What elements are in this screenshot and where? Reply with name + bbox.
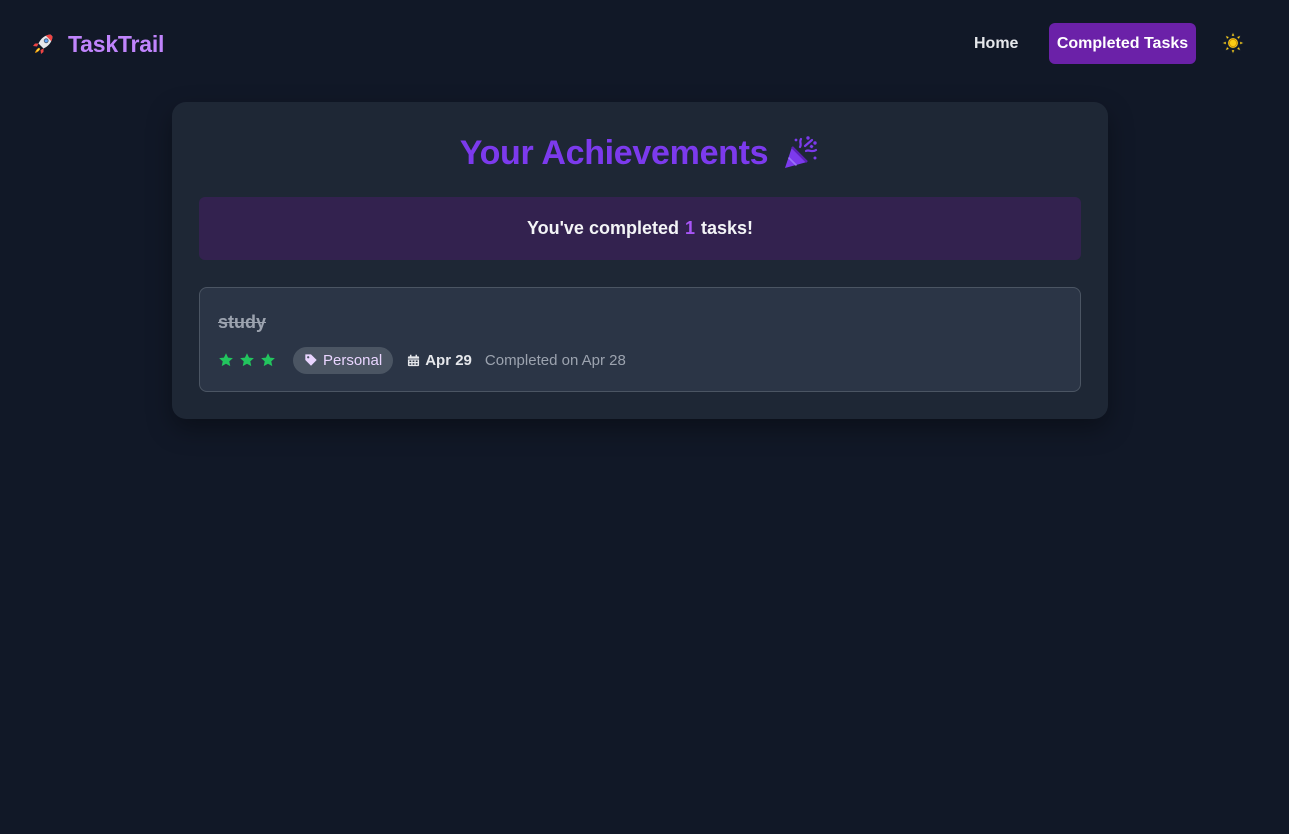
nav-completed-tasks-link[interactable]: Completed Tasks bbox=[1049, 23, 1196, 64]
page-title: Your Achievements bbox=[172, 128, 1108, 178]
party-popper-icon bbox=[785, 136, 818, 168]
star-icon bbox=[261, 353, 275, 367]
brand-logo[interactable]: TaskTrail bbox=[30, 28, 164, 60]
summary-prefix: You've completed bbox=[526, 218, 679, 238]
priority-stars bbox=[218, 352, 281, 368]
tag-icon bbox=[305, 354, 317, 366]
rocket-icon bbox=[33, 34, 53, 54]
nav-home-link[interactable]: Home bbox=[958, 23, 1034, 64]
task-title: study bbox=[218, 312, 267, 332]
completed-on-label: Completed on Apr 28 bbox=[484, 351, 626, 369]
summary-suffix: tasks! bbox=[700, 218, 754, 238]
category-tag: Personal bbox=[293, 346, 394, 374]
theme-toggle-button[interactable] bbox=[1219, 29, 1247, 57]
achievements-card: Your Achievements You've completed 1 tas… bbox=[172, 102, 1108, 419]
due-date-label: Apr 29 bbox=[425, 351, 472, 369]
completed-summary-banner: You've completed 1 tasks! bbox=[199, 197, 1081, 260]
due-date: Apr 29 bbox=[407, 352, 472, 369]
task-meta: Personal Apr 29 Completed on Apr 28 bbox=[218, 346, 626, 374]
calendar-icon bbox=[408, 354, 420, 366]
navbar: TaskTrail Home Completed Tasks bbox=[0, 0, 1289, 88]
completed-count: 1 bbox=[684, 218, 695, 238]
brand-name: TaskTrail bbox=[68, 30, 165, 57]
page-title-text: Your Achievements bbox=[459, 133, 769, 172]
completed-task-item[interactable]: study Personal Apr 29 Completed on Apr 2… bbox=[199, 287, 1081, 392]
star-icon bbox=[240, 353, 254, 367]
star-icon bbox=[219, 353, 233, 367]
sun-icon bbox=[1222, 32, 1244, 54]
category-label: Personal bbox=[323, 351, 383, 369]
